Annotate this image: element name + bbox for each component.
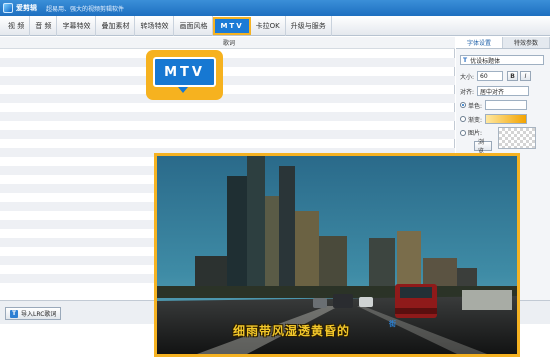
tab-subtitle-effects[interactable]: 字幕特效: [57, 15, 97, 36]
list-row-stripe: [0, 58, 455, 67]
bold-button[interactable]: B: [507, 71, 519, 81]
title-bar: 爱剪辑 超易用、强大的视频剪辑软件: [0, 0, 550, 16]
solid-color-swatch[interactable]: [485, 100, 528, 110]
menu-bar: 视 频 音 频 字幕特效 叠加素材 转场特效 画面风格 MTV 卡拉OK 升级与…: [0, 15, 550, 36]
tab-video[interactable]: 视 频: [0, 15, 31, 36]
mtv-callout: MTV: [146, 50, 223, 100]
mtv-lyric-next-char: 街: [389, 320, 396, 328]
tab-karaoke[interactable]: 卡拉OK: [251, 15, 286, 36]
solid-color-label: 单色:: [468, 102, 483, 110]
font-icon: T: [463, 56, 468, 64]
gradient-color-radio[interactable]: [460, 116, 466, 122]
tab-effect-params[interactable]: 特效参数: [503, 37, 550, 48]
tab-picture-style[interactable]: 画面风格: [174, 15, 214, 36]
tab-font-settings[interactable]: 字体设置: [456, 37, 503, 48]
solid-color-radio[interactable]: [460, 102, 466, 108]
import-lrc-label: 导入LRC歌词: [21, 311, 57, 318]
lyrics-column-header: 歌词: [0, 37, 455, 49]
gradient-color-swatch[interactable]: [485, 114, 528, 124]
app-logo-icon: [3, 3, 13, 13]
app-name: 爱剪辑: [16, 4, 37, 12]
font-family-value: 优设标题体: [470, 57, 501, 65]
image-fill-preview[interactable]: [498, 127, 536, 149]
alignment-select[interactable]: 居中对齐: [477, 86, 530, 96]
tab-upgrade-service[interactable]: 升级与服务: [286, 15, 332, 36]
font-size-input[interactable]: 60: [477, 71, 504, 81]
font-family-select[interactable]: T 优设标题体: [460, 55, 544, 65]
image-fill-radio[interactable]: [460, 129, 466, 136]
italic-button[interactable]: I: [520, 71, 532, 81]
font-size-value: 60: [480, 72, 488, 80]
lyrics-column-label: 歌词: [223, 40, 236, 47]
image-fill-label: 图片:: [468, 130, 483, 137]
list-row-stripe: [0, 130, 455, 139]
browse-button[interactable]: 浏览: [474, 139, 492, 155]
alignment-value: 居中对齐: [480, 88, 505, 96]
tab-audio[interactable]: 音 频: [30, 15, 58, 36]
lyrics-import-icon: T: [10, 309, 18, 318]
list-row-stripe: [0, 76, 455, 85]
size-label: 大小:: [460, 73, 475, 81]
tab-overlay-material[interactable]: 叠加素材: [96, 15, 136, 36]
list-row-stripe: [0, 112, 455, 121]
list-row-stripe: [0, 94, 455, 103]
import-lrc-button[interactable]: T 导入LRC歌词: [5, 307, 62, 320]
align-label: 对齐:: [460, 88, 475, 96]
gradient-color-label: 渐变:: [468, 116, 483, 124]
mtv-callout-label: MTV: [153, 57, 216, 87]
callout-tail: [178, 87, 188, 93]
tab-transition-effects[interactable]: 转场特效: [135, 15, 175, 36]
settings-tabs: 字体设置 特效参数: [456, 37, 550, 49]
mtv-preview-image: 细雨带风湿透黄昏的 街: [154, 153, 520, 357]
mtv-lyric-subtitle: 细雨带风湿透黄昏的: [233, 324, 351, 338]
tab-mtv[interactable]: MTV: [213, 16, 251, 35]
app-slogan: 超易用、强大的视频剪辑软件: [46, 5, 125, 13]
